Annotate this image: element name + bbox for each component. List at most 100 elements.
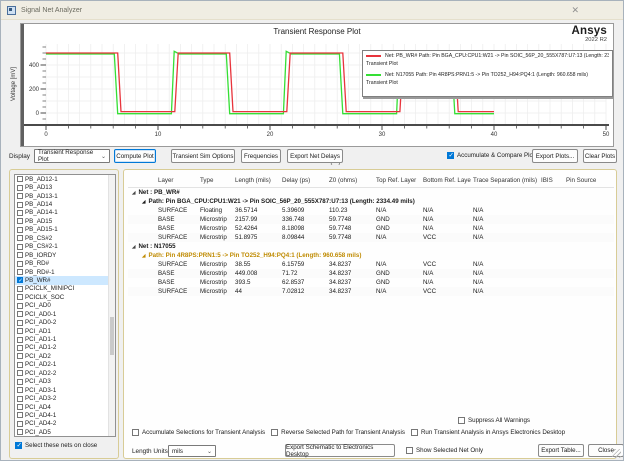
checkbox-icon[interactable] <box>17 235 23 242</box>
net-list-item[interactable]: PCI_AD4 <box>15 403 115 411</box>
checkbox-icon[interactable] <box>17 209 23 216</box>
checkbox-icon[interactable] <box>17 353 23 360</box>
show-selected-net-checkbox[interactable]: Show Selected Net Only <box>406 447 483 454</box>
checkbox-icon[interactable] <box>17 302 23 309</box>
net-list-item[interactable]: PCI_AD5 <box>15 428 115 436</box>
checkbox-icon[interactable] <box>17 328 23 335</box>
net-list-item[interactable]: PCI_AD4-1 <box>15 411 115 419</box>
export-net-delays-button[interactable]: Export Net Delays <box>287 149 343 163</box>
net-list-item[interactable]: PB_AD14 <box>15 200 115 208</box>
net-list-item[interactable]: PCI_AD4-2 <box>15 420 115 428</box>
compute-plot-button[interactable]: Compute Plot <box>114 149 156 163</box>
transient-sim-options-button[interactable]: Transient Sim Options <box>171 149 235 163</box>
net-list-item[interactable]: PCI_AD0 <box>15 302 115 310</box>
net-list-item[interactable]: PB_AD13 <box>15 183 115 191</box>
checkbox-icon[interactable] <box>17 319 23 326</box>
tree-expand-icon[interactable]: ◢ <box>132 188 135 197</box>
checkbox-icon[interactable] <box>17 252 23 259</box>
layer-data-row[interactable]: SURFACE Microstrip 38.55 6.15759 34.8237 N/A V… <box>128 260 614 269</box>
net-group-row[interactable]: ◢ Net : N17055 <box>128 242 614 251</box>
checkbox-icon[interactable] <box>17 387 23 394</box>
net-list-item[interactable]: PCI_AD2-1 <box>15 361 115 369</box>
display-combo[interactable]: Transient Response Plot ⌄ <box>34 149 110 163</box>
export-schematic-button[interactable]: Export Schematic to Electronics Desktop <box>285 444 395 458</box>
net-list-item[interactable]: PCI_AD3-1 <box>15 386 115 394</box>
net-list-item[interactable]: PB_AD15-1 <box>15 226 115 234</box>
accumulate-selections-checkbox[interactable]: Accumulate Selections for Transient Anal… <box>132 429 265 436</box>
checkbox-icon[interactable] <box>17 201 23 208</box>
tree-expand-icon[interactable]: ◢ <box>142 197 145 206</box>
net-list-item[interactable]: PCI_AD3 <box>15 378 115 386</box>
net-list-item[interactable]: PCI_AD2-2 <box>15 369 115 377</box>
export-plots-button[interactable]: Export Plots... <box>532 149 578 163</box>
checkbox-icon[interactable] <box>406 447 413 454</box>
checkbox-icon[interactable] <box>17 294 23 301</box>
resize-grip-icon[interactable] <box>612 449 621 458</box>
suppress-warnings-checkbox[interactable]: Suppress All Warnings <box>458 417 530 424</box>
net-list-item[interactable]: PB_RD# <box>15 259 115 267</box>
checkbox-icon[interactable] <box>458 417 465 424</box>
checkbox-icon[interactable] <box>17 344 23 351</box>
checkbox-icon[interactable] <box>17 176 23 183</box>
checkbox-icon[interactable] <box>271 429 279 436</box>
checkbox-icon[interactable] <box>17 243 23 250</box>
reverse-path-checkbox[interactable]: Reverse Selected Path for Transient Anal… <box>271 429 405 436</box>
layer-data-row[interactable]: BASE Microstrip 52.4264 8.18098 59.7748 GND N/… <box>128 224 614 233</box>
layer-data-row[interactable]: SURFACE Microstrip 51.8975 8.09844 59.7748 N/… <box>128 233 614 242</box>
net-list-item[interactable]: PCI_AD0-1 <box>15 310 115 318</box>
accumulate-compare-checkbox[interactable]: Accumulate & Compare Plots <box>447 152 538 160</box>
checkbox-icon[interactable] <box>17 336 23 343</box>
net-list-item[interactable]: PCI_AD3-2 <box>15 394 115 402</box>
layer-data-row[interactable]: SURFACE Microstrip 44 7.02812 34.8237 N/A VCC N… <box>128 287 614 296</box>
checkbox-icon[interactable] <box>17 285 23 292</box>
layer-data-row[interactable]: BASE Microstrip 393.5 62.8537 34.8237 GND N/A N… <box>128 278 614 287</box>
tree-expand-icon[interactable]: ◢ <box>142 251 145 260</box>
checkbox-icon[interactable] <box>17 370 23 377</box>
net-list-item[interactable]: PCI_AD2 <box>15 352 115 360</box>
checkbox-icon[interactable] <box>17 193 23 200</box>
layer-data-row[interactable]: SURFACE Floating 36.5714 5.39609 110.23 N/A N/… <box>128 206 614 215</box>
net-list-item[interactable]: PB_AD14-1 <box>15 209 115 217</box>
run-transient-checkbox[interactable]: Run Transient Analysis in Ansys Electron… <box>410 429 565 436</box>
net-list-item[interactable]: PB_CS#2-1 <box>15 243 115 251</box>
net-list[interactable]: PB_AD12-1 PB_AD13 PB_AD13-1 PB_AD14 PB_AD14-… <box>14 174 116 437</box>
checkbox-icon[interactable] <box>17 395 23 402</box>
checkbox-icon[interactable] <box>17 269 23 276</box>
checkbox-icon[interactable] <box>17 412 23 419</box>
net-list-item[interactable]: PB_AD12-1 <box>15 175 115 183</box>
checkbox-icon[interactable] <box>17 311 23 318</box>
frequencies-button[interactable]: Frequencies <box>241 149 281 163</box>
checkbox-icon[interactable] <box>17 420 23 427</box>
export-table-button[interactable]: Export Table... <box>538 444 584 457</box>
path-row[interactable]: ◢ Path: Pin BGA_CPU:CPU1:W21 -> Pin SOIC_… <box>128 197 614 206</box>
net-list-item[interactable]: PCI_AD1 <box>15 327 115 335</box>
checkbox-icon[interactable] <box>410 429 418 436</box>
net-list-scrollbar[interactable] <box>108 175 115 436</box>
net-list-item[interactable]: PCICLK_SOC <box>15 293 115 301</box>
net-list-item[interactable]: PCI_AD1-1 <box>15 335 115 343</box>
checkbox-icon[interactable] <box>17 361 23 368</box>
checkbox-icon[interactable] <box>15 442 22 450</box>
scrollbar-thumb[interactable] <box>110 317 114 355</box>
net-list-item[interactable]: PCI_AD0-2 <box>15 318 115 326</box>
net-list-item[interactable]: PB_CS#2 <box>15 234 115 242</box>
checkbox-icon[interactable] <box>17 378 23 385</box>
select-nets-on-close-checkbox[interactable]: Select these nets on close <box>15 442 97 450</box>
length-units-combo[interactable]: mils ⌄ <box>168 445 216 457</box>
checkbox-icon[interactable] <box>132 429 139 436</box>
layer-data-row[interactable]: BASE Microstrip 2157.99 336.748 59.7748 GND N/… <box>128 215 614 224</box>
checkbox-icon[interactable] <box>17 260 23 267</box>
layer-data-row[interactable]: BASE Microstrip 449.008 71.72 34.8237 GND N/A N… <box>128 269 614 278</box>
checkbox-icon[interactable] <box>17 404 23 411</box>
net-group-row[interactable]: ◢ Net : PB_WR# <box>128 188 614 197</box>
net-list-item[interactable]: PB_WR# <box>15 276 115 285</box>
net-list-item[interactable]: PB_AD15 <box>15 217 115 225</box>
net-list-item[interactable]: PCI_AD1-2 <box>15 344 115 352</box>
clear-plots-button[interactable]: Clear Plots <box>583 149 617 163</box>
checkbox-icon[interactable] <box>447 152 454 160</box>
checkbox-icon[interactable] <box>17 226 23 233</box>
close-icon[interactable]: ✕ <box>571 5 579 15</box>
tree-expand-icon[interactable]: ◢ <box>132 242 135 251</box>
checkbox-icon[interactable] <box>17 218 23 225</box>
net-list-item[interactable]: PB_IORDY <box>15 251 115 259</box>
